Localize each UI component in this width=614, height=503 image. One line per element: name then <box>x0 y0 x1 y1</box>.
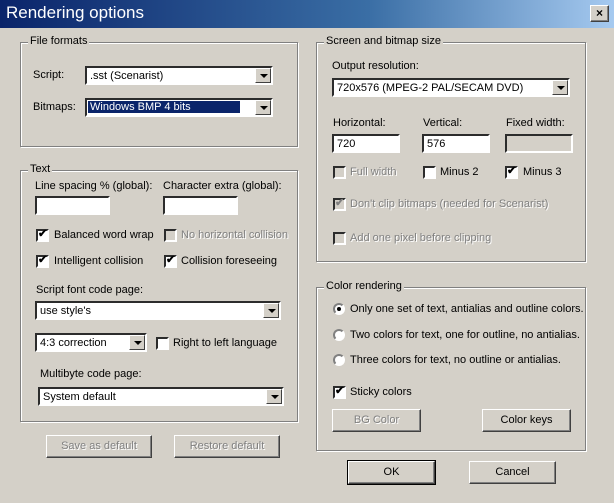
script-font-code-page-select[interactable]: use style's <box>35 301 281 320</box>
restore-default-button[interactable]: Restore default <box>174 435 280 458</box>
sticky-colors-checkbox[interactable]: ✔ <box>333 385 346 399</box>
vertical-label: Vertical: <box>423 117 463 129</box>
chevron-down-icon[interactable] <box>552 80 568 95</box>
bitmaps-format-value: Windows BMP 4 bits <box>88 101 240 113</box>
collision-foreseeing-checkbox[interactable]: ✔ <box>164 254 177 268</box>
chevron-down-icon[interactable] <box>255 68 271 83</box>
multibyte-code-page-select[interactable]: System default <box>38 387 284 406</box>
save-as-default-button[interactable]: Save as default <box>46 435 152 458</box>
color-option-one-label: Only one set of text, antialias and outl… <box>350 303 584 315</box>
chevron-down-icon[interactable] <box>263 303 279 318</box>
check-mark-icon: ✔ <box>166 254 176 266</box>
vertical-input[interactable]: 576 <box>422 134 490 153</box>
full-width-label: Full width <box>350 166 397 178</box>
bitmaps-format-select[interactable]: Windows BMP 4 bits <box>85 98 273 117</box>
color-option-two-radio[interactable] <box>333 329 345 341</box>
horizontal-input[interactable]: 720 <box>332 134 400 153</box>
title-bar[interactable]: Rendering options × <box>0 0 614 28</box>
dont-clip-checkbox[interactable]: ✔ <box>333 197 346 211</box>
rendering-options-dialog: Rendering options × File formats Script:… <box>0 0 614 503</box>
full-width-checkbox[interactable] <box>333 166 346 179</box>
check-mark-icon: ✔ <box>38 228 48 240</box>
no-horizontal-collision-checkbox[interactable] <box>164 229 177 242</box>
color-option-two-label: Two colors for text, one for outline, no… <box>350 329 580 341</box>
balanced-word-wrap-checkbox[interactable]: ✔ <box>36 228 49 242</box>
char-extra-label: Character extra (global): <box>163 180 282 192</box>
line-spacing-label: Line spacing % (global): <box>35 180 153 192</box>
color-option-one-radio[interactable] <box>333 303 345 315</box>
output-resolution-label: Output resolution: <box>332 60 419 72</box>
no-horizontal-collision-label: No horizontal collision <box>181 229 288 241</box>
intelligent-collision-checkbox[interactable]: ✔ <box>36 254 49 268</box>
chevron-down-icon[interactable] <box>129 335 145 350</box>
bitmaps-label: Bitmaps: <box>33 101 76 113</box>
chevron-down-icon[interactable] <box>266 389 282 404</box>
aspect-correction-select[interactable]: 4:3 correction <box>35 333 147 352</box>
minus-3-label: Minus 3 <box>523 166 562 178</box>
script-label: Script: <box>33 69 65 81</box>
fixed-width-input[interactable] <box>505 134 573 153</box>
bg-color-button[interactable]: BG Color <box>332 409 421 432</box>
check-mark-icon: ✔ <box>38 254 48 266</box>
ok-button[interactable]: OK <box>347 460 436 485</box>
minus-2-checkbox[interactable] <box>423 166 436 179</box>
horizontal-label: Horizontal: <box>333 117 386 129</box>
balanced-word-wrap-label: Balanced word wrap <box>54 229 154 241</box>
text-legend: Text <box>28 163 53 175</box>
collision-foreseeing-label: Collision foreseeing <box>181 255 277 267</box>
screen-bitmap-legend: Screen and bitmap size <box>324 35 443 47</box>
right-to-left-label: Right to left language <box>173 337 277 349</box>
cancel-button[interactable]: Cancel <box>469 461 556 484</box>
intelligent-collision-label: Intelligent collision <box>54 255 144 267</box>
color-option-three-radio[interactable] <box>333 354 345 366</box>
file-formats-legend: File formats <box>28 35 90 47</box>
add-pixel-checkbox[interactable] <box>333 232 346 245</box>
minus-2-label: Minus 2 <box>440 166 479 178</box>
window-title: Rendering options <box>6 3 144 22</box>
line-spacing-input[interactable] <box>35 196 110 215</box>
check-mark-icon: ✔ <box>507 165 517 177</box>
color-option-three-label: Three colors for text, no outline or ant… <box>350 354 561 366</box>
dont-clip-label: Don't clip bitmaps (needed for Scenarist… <box>350 198 549 210</box>
check-mark-icon: ✔ <box>335 197 345 209</box>
chevron-down-icon[interactable] <box>255 100 271 115</box>
color-rendering-legend: Color rendering <box>324 280 404 292</box>
char-extra-input[interactable] <box>163 196 238 215</box>
sticky-colors-label: Sticky colors <box>350 386 412 398</box>
right-to-left-checkbox[interactable] <box>156 337 169 350</box>
color-keys-button[interactable]: Color keys <box>482 409 571 432</box>
script-font-code-page-label: Script font code page: <box>36 284 144 296</box>
fixed-width-label: Fixed width: <box>506 117 565 129</box>
check-mark-icon: ✔ <box>335 385 345 397</box>
file-formats-group: File formats <box>20 35 298 147</box>
script-format-select[interactable]: .sst (Scenarist) <box>85 66 273 85</box>
multibyte-code-page-label: Multibyte code page: <box>40 368 142 380</box>
script-format-value: .sst (Scenarist) <box>90 70 164 82</box>
minus-3-checkbox[interactable]: ✔ <box>505 165 518 179</box>
output-resolution-select[interactable]: 720x576 (MPEG-2 PAL/SECAM DVD) <box>332 78 570 97</box>
close-icon[interactable]: × <box>590 5 609 22</box>
add-pixel-label: Add one pixel before clipping <box>350 232 492 244</box>
